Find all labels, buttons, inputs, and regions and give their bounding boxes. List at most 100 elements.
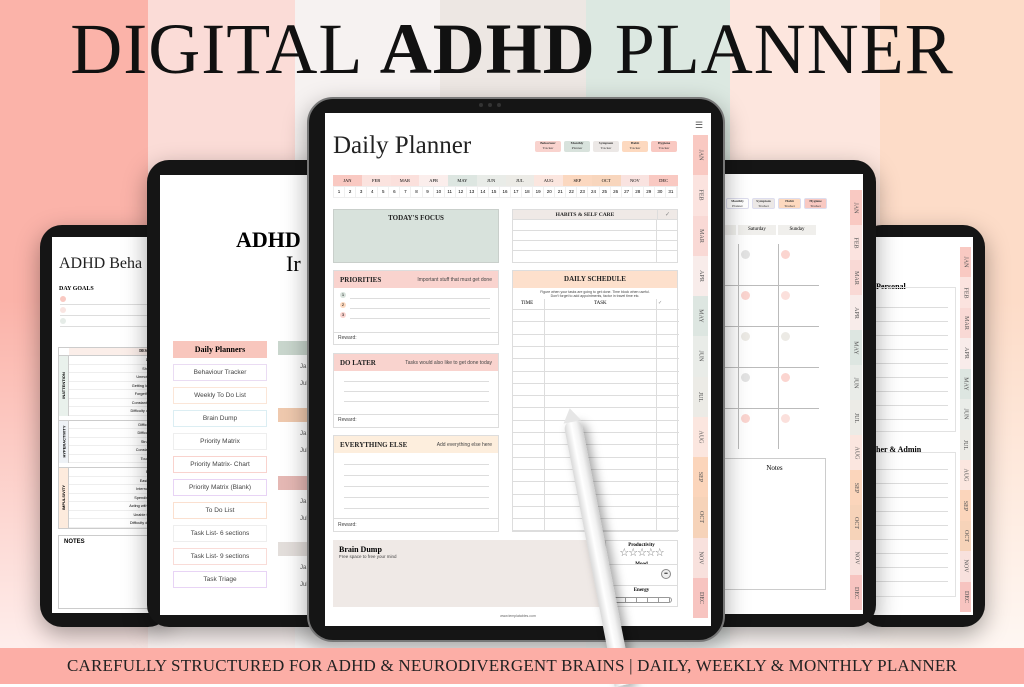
month-label[interactable]: Ja: [300, 364, 306, 370]
tab-feb[interactable]: FEB: [850, 225, 862, 260]
tracker-button[interactable]: Monthly Planner: [726, 198, 749, 209]
schedule-row[interactable]: [513, 419, 679, 421]
schedule-row[interactable]: [513, 382, 679, 384]
tab-mar[interactable]: MAR: [960, 307, 971, 339]
month-apr[interactable]: APR: [419, 175, 448, 186]
day-cell[interactable]: 7: [400, 187, 412, 197]
schedule-row[interactable]: [513, 395, 679, 397]
tab-sep[interactable]: SEP: [693, 457, 708, 498]
index-link[interactable]: Behaviour Tracker: [173, 364, 267, 381]
day-cell[interactable]: 17: [511, 187, 523, 197]
schedule-row[interactable]: [513, 345, 679, 347]
day-dot[interactable]: [781, 414, 790, 423]
index-link[interactable]: Priority Matrix (Blank): [173, 479, 267, 496]
index-link[interactable]: Task List- 6 sections: [173, 525, 267, 542]
day-cell[interactable]: 31: [666, 187, 677, 197]
schedule-row[interactable]: [513, 481, 679, 483]
habits-box[interactable]: HABITS & SELF CARE ✓: [512, 209, 678, 263]
tracker-button[interactable]: Monthly Planner: [564, 141, 590, 152]
tab-apr[interactable]: APR: [850, 295, 862, 330]
day-cell[interactable]: 13: [467, 187, 478, 197]
schedule-row[interactable]: [513, 321, 679, 323]
priority-line[interactable]: [350, 318, 490, 319]
index-link[interactable]: Weekly To Do List: [173, 387, 267, 404]
day-cell[interactable]: 23: [577, 187, 589, 197]
schedule-row[interactable]: [513, 432, 679, 433]
tab-jan[interactable]: JAN: [960, 247, 971, 278]
brain-dump-box[interactable]: Brain Dump Free space to free your mind: [333, 540, 605, 607]
month-label[interactable]: Ja: [300, 431, 306, 437]
day-cell[interactable]: 30: [655, 187, 666, 197]
day-cell[interactable]: 28: [633, 187, 644, 197]
tracker-button[interactable]: Hygiene Tracker: [651, 141, 677, 152]
tab-nov[interactable]: NOV: [850, 540, 862, 575]
month-oct[interactable]: OCT: [591, 175, 621, 186]
schedule-row[interactable]: [513, 407, 679, 409]
energy-bar[interactable]: [614, 597, 672, 603]
month-dec[interactable]: DEC: [649, 175, 678, 186]
schedule-row[interactable]: [513, 493, 679, 495]
month-may[interactable]: MAY: [448, 175, 477, 186]
tab-may[interactable]: MAY: [693, 296, 708, 337]
tab-jul[interactable]: JUL: [850, 400, 862, 435]
tab-oct[interactable]: OCT: [693, 497, 708, 538]
index-link[interactable]: Priority Matrix: [173, 433, 267, 450]
tab-aug[interactable]: AUG: [850, 435, 862, 470]
month-feb[interactable]: FEB: [361, 175, 391, 186]
day-dot[interactable]: [741, 414, 750, 423]
tracker-button[interactable]: Hygiene Tracker: [804, 198, 827, 209]
day-cell[interactable]: 3: [356, 187, 368, 197]
priority-line[interactable]: [350, 308, 490, 309]
day-cell[interactable]: 29: [644, 187, 655, 197]
schedule-row[interactable]: [513, 370, 679, 372]
day-cell[interactable]: 9: [423, 187, 434, 197]
day-cell[interactable]: 10: [434, 187, 445, 197]
day-cell[interactable]: 8: [411, 187, 423, 197]
day-cell[interactable]: 22: [566, 187, 578, 197]
tab-feb[interactable]: FEB: [693, 175, 708, 216]
day-dot[interactable]: [781, 373, 790, 382]
priority-line[interactable]: [350, 298, 490, 299]
tracker-button[interactable]: Symptom Tracker: [593, 141, 619, 152]
day-cell[interactable]: 5: [378, 187, 390, 197]
day-dot[interactable]: [741, 291, 750, 300]
do-later-box[interactable]: DO LATER Tasks would also like to get do…: [333, 353, 499, 428]
month-aug[interactable]: AUG: [534, 175, 563, 186]
tab-jun[interactable]: JUN: [850, 365, 862, 400]
schedule-row[interactable]: [513, 456, 679, 458]
tab-oct[interactable]: OCT: [850, 505, 862, 540]
tracker-button[interactable]: Habit Tracker: [622, 141, 648, 152]
day-dot[interactable]: [781, 250, 790, 259]
month-sep[interactable]: SEP: [563, 175, 592, 186]
tab-dec[interactable]: DEC: [850, 575, 862, 610]
day-cell[interactable]: 20: [544, 187, 556, 197]
index-link[interactable]: To Do List: [173, 502, 267, 519]
day-dot[interactable]: [741, 250, 750, 259]
tab-mar[interactable]: MAR: [693, 215, 708, 256]
tab-aug[interactable]: AUG: [960, 459, 971, 491]
tab-jul[interactable]: JUL: [693, 376, 708, 417]
month-jun[interactable]: JUN: [476, 175, 506, 186]
day-cell[interactable]: 18: [522, 187, 534, 197]
schedule-row[interactable]: [513, 468, 679, 470]
tab-jan[interactable]: JAN: [693, 135, 708, 176]
day-cell[interactable]: 12: [456, 187, 467, 197]
day-cell[interactable]: 6: [389, 187, 401, 197]
tracker-button[interactable]: Symptom Tracker: [752, 198, 775, 209]
tab-may[interactable]: MAY: [960, 368, 971, 400]
index-link[interactable]: Brain Dump: [173, 410, 267, 427]
day-cell[interactable]: 1: [334, 187, 346, 197]
day-dot[interactable]: [741, 332, 750, 341]
index-link[interactable]: Task List- 9 sections: [173, 548, 267, 565]
tab-nov[interactable]: NOV: [693, 537, 708, 578]
tab-apr[interactable]: APR: [960, 338, 971, 369]
tab-oct[interactable]: OCT: [960, 520, 971, 552]
day-cell[interactable]: 2: [345, 187, 357, 197]
schedule-row[interactable]: [513, 309, 679, 310]
priorities-box[interactable]: PRIORITIES Important stuff that must get…: [333, 270, 499, 345]
day-cell[interactable]: 11: [445, 187, 456, 197]
tab-jan[interactable]: JAN: [850, 190, 862, 225]
month-jan[interactable]: JAN: [333, 175, 362, 186]
day-cell[interactable]: 16: [500, 187, 511, 197]
todays-focus-box[interactable]: TODAY'S FOCUS: [333, 209, 499, 263]
